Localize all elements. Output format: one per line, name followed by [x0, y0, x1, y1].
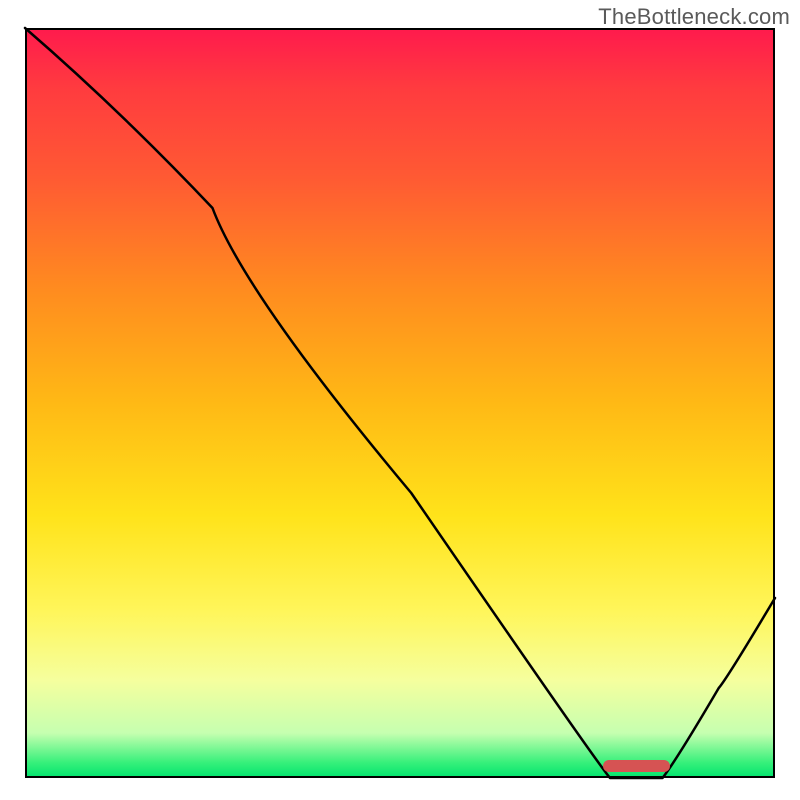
bottleneck-curve — [25, 28, 775, 778]
bottleneck-chart: TheBottleneck.com — [0, 0, 800, 800]
plot-area — [25, 28, 775, 778]
watermark-text: TheBottleneck.com — [598, 4, 790, 30]
curve-layer — [25, 28, 775, 778]
optimal-range-marker — [603, 760, 671, 772]
